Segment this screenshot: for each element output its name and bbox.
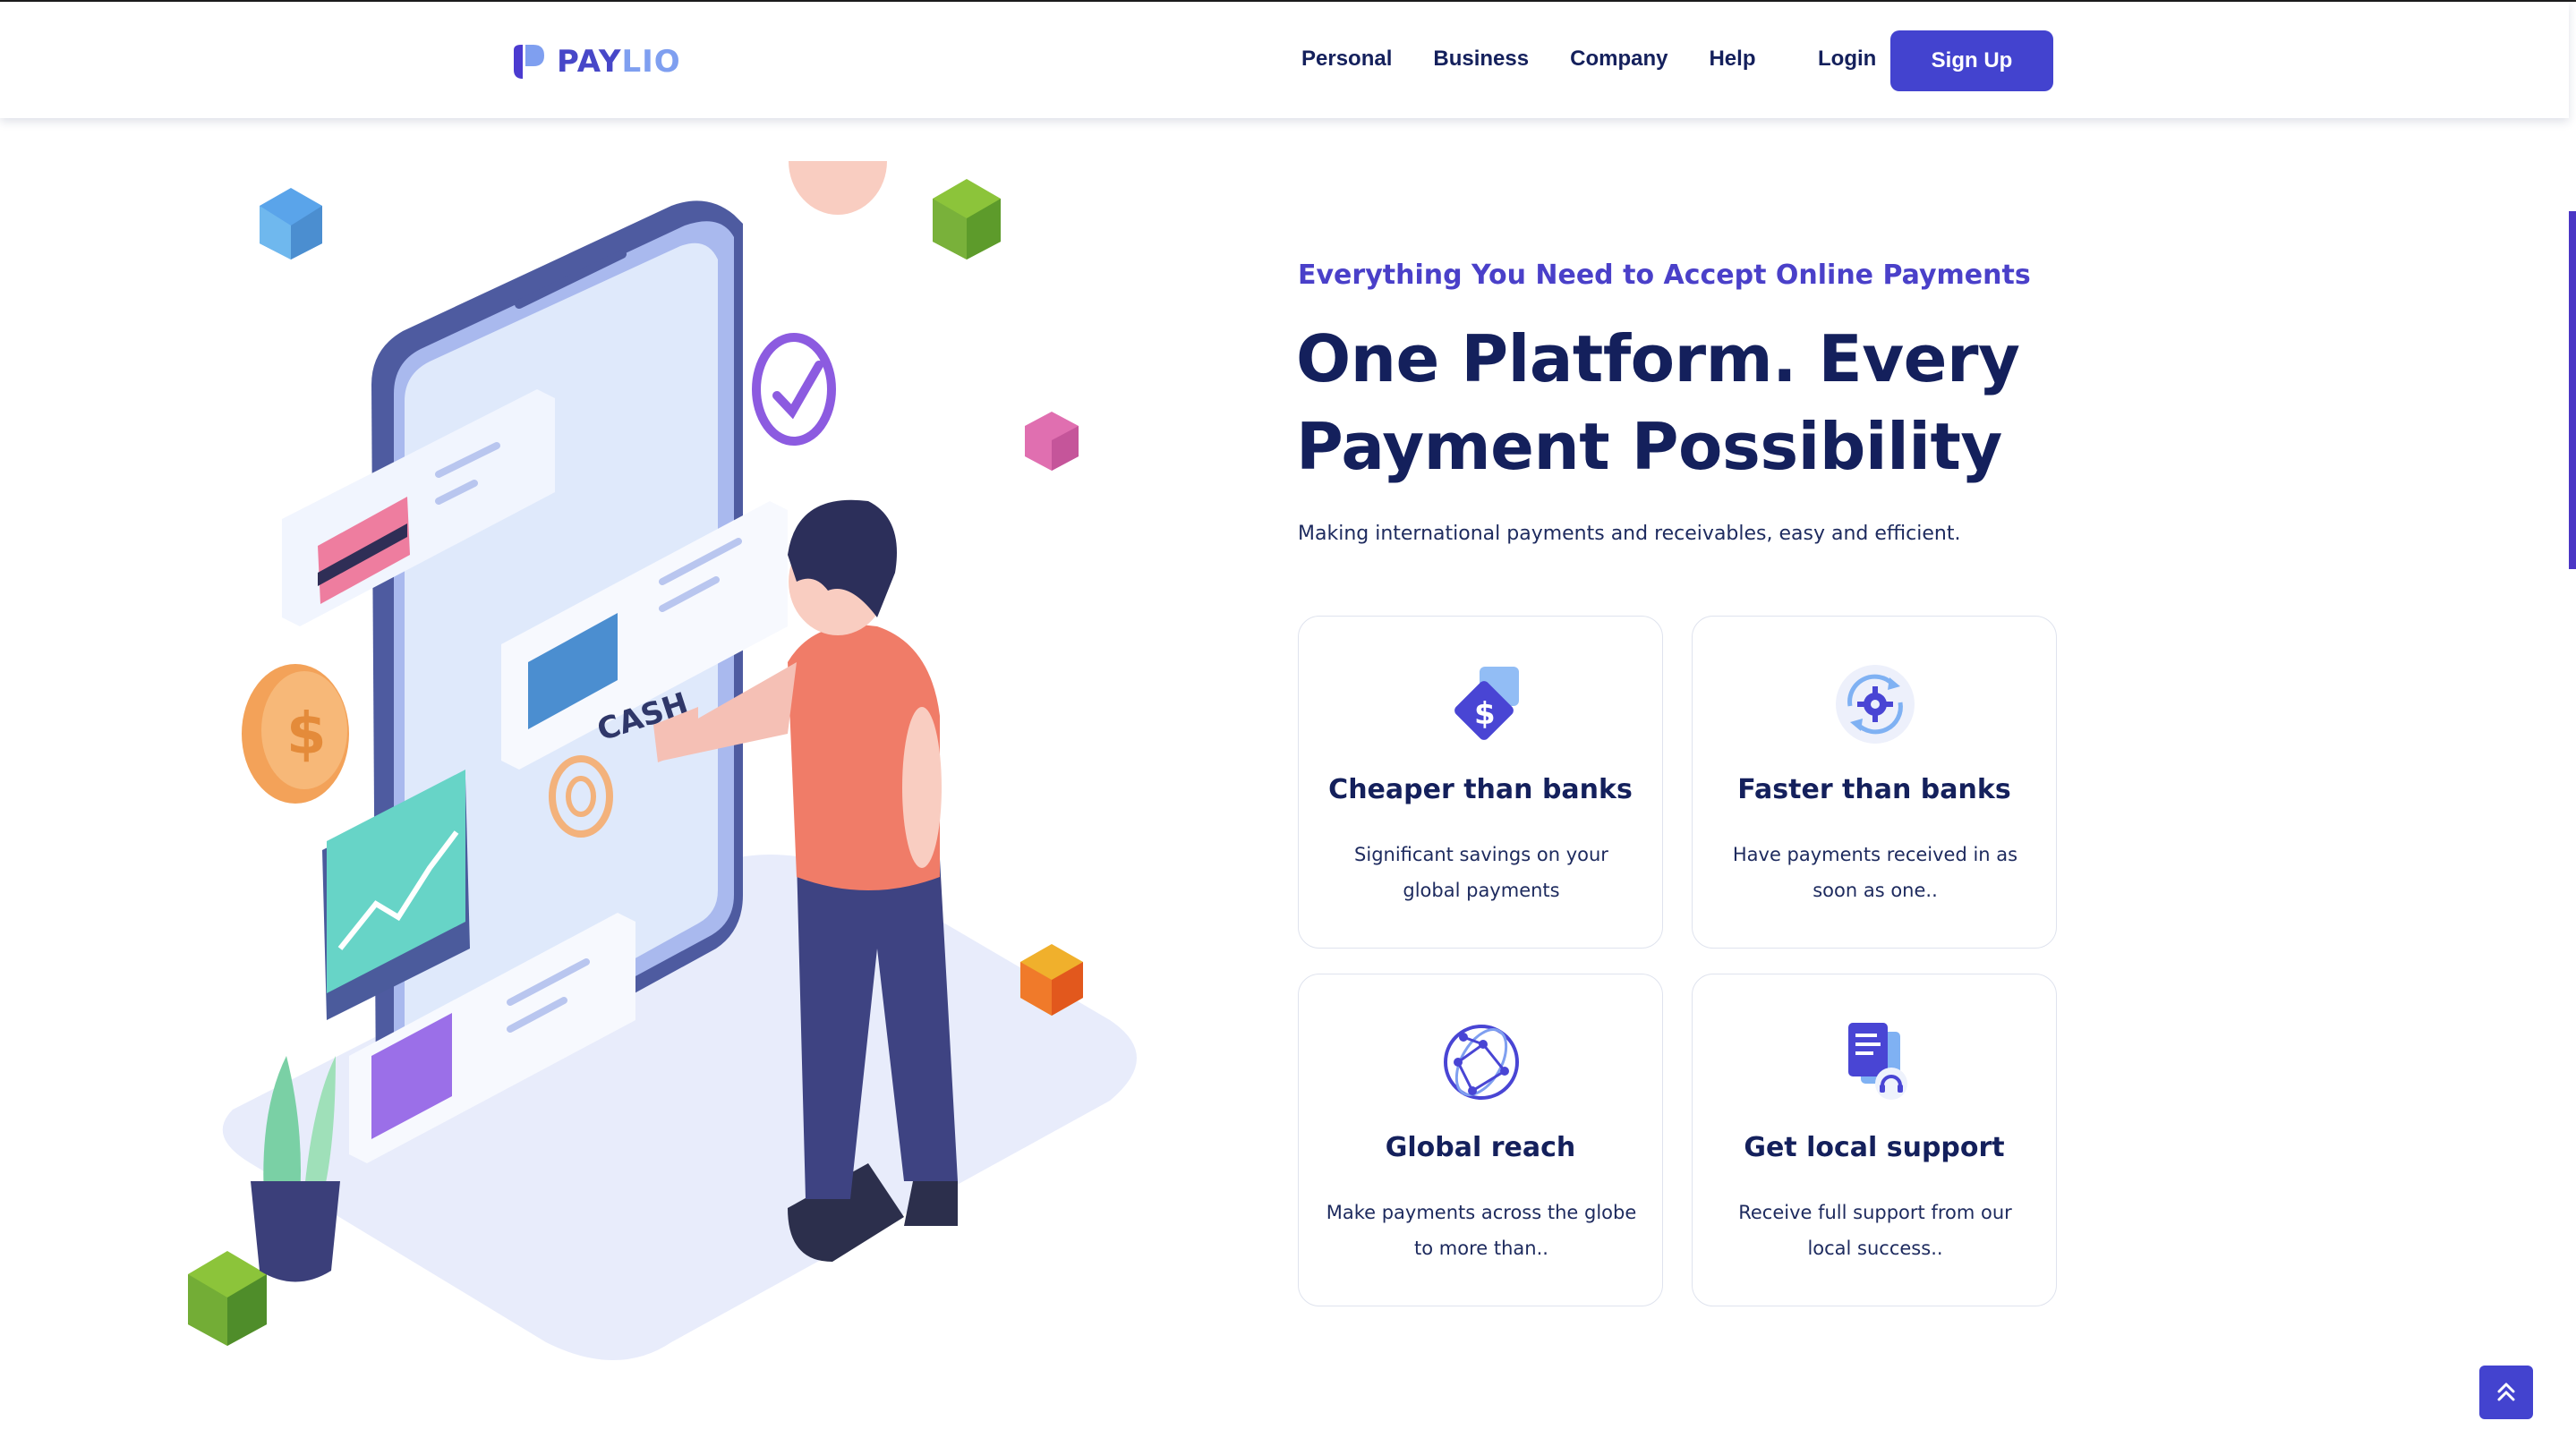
feature-desc: Significant savings on your global payme… xyxy=(1354,844,1608,901)
checkmark-circle-icon xyxy=(752,333,836,446)
feature-desc: Have payments received in as soon as one… xyxy=(1732,844,2018,901)
gear-sync-icon xyxy=(1836,665,1915,744)
feature-desc: Receive full support from our local succ… xyxy=(1738,1202,2012,1259)
dollar-tag-icon: $ xyxy=(1454,667,1519,740)
cube-green-icon xyxy=(933,179,1001,260)
cube-pink-icon xyxy=(1025,412,1079,471)
feature-card-support[interactable]: Get local support Receive full support f… xyxy=(1692,974,2057,1306)
nav-item-help[interactable]: Help xyxy=(1709,47,1755,72)
hero-subline: Making international payments and receiv… xyxy=(1298,523,1961,545)
scrollbar-thumb[interactable] xyxy=(2569,211,2576,569)
brand-name: PAYLIO xyxy=(557,44,681,80)
feature-title: Get local support xyxy=(1744,1132,2005,1163)
dollar-coin-icon: $ xyxy=(242,664,349,804)
hero-headline-line2: Payment Possibility xyxy=(1296,409,2002,484)
cube-green-small-icon xyxy=(188,1251,267,1346)
paylio-logo-icon xyxy=(514,45,544,79)
back-to-top-button[interactable] xyxy=(2479,1366,2533,1419)
svg-text:$: $ xyxy=(1474,696,1496,732)
main-nav: Personal Business Company Help xyxy=(1301,47,1755,72)
feature-card-faster[interactable]: Faster than banks Have payments received… xyxy=(1692,616,2057,949)
hero-headline: One Platform. Every Payment Possibility xyxy=(1296,315,2173,490)
nav-item-company[interactable]: Company xyxy=(1570,47,1668,72)
nav-item-business[interactable]: Business xyxy=(1433,47,1529,72)
network-globe-icon xyxy=(1444,1025,1519,1100)
svg-text:$: $ xyxy=(286,702,327,768)
double-chevron-up-icon xyxy=(2497,1383,2515,1401)
feature-card-cheaper[interactable]: $ Cheaper than banks Significant savings… xyxy=(1298,616,1663,949)
person-using-phone-payments-illustration: CASH $ xyxy=(188,161,1137,1360)
feature-title: Faster than banks xyxy=(1737,774,2011,805)
feature-title: Global reach xyxy=(1385,1132,1576,1163)
hero-kicker: Everything You Need to Accept Online Pay… xyxy=(1298,260,2031,291)
brand-logo[interactable]: PAYLIO xyxy=(510,43,681,81)
signup-button[interactable]: Sign Up xyxy=(1890,30,2053,91)
feature-title: Cheaper than banks xyxy=(1328,774,1633,805)
site-header: PAYLIO Personal Business Company Help Lo… xyxy=(0,2,2569,118)
cube-blue-icon xyxy=(260,188,322,260)
document-support-icon xyxy=(1848,1023,1907,1100)
nav-item-personal[interactable]: Personal xyxy=(1301,47,1392,72)
login-link[interactable]: Login xyxy=(1818,47,1876,72)
feature-card-global[interactable]: Global reach Make payments across the gl… xyxy=(1298,974,1663,1306)
feature-desc: Make payments across the globe to more t… xyxy=(1326,1202,1637,1259)
hero-headline-line1: One Platform. Every xyxy=(1296,321,2020,396)
